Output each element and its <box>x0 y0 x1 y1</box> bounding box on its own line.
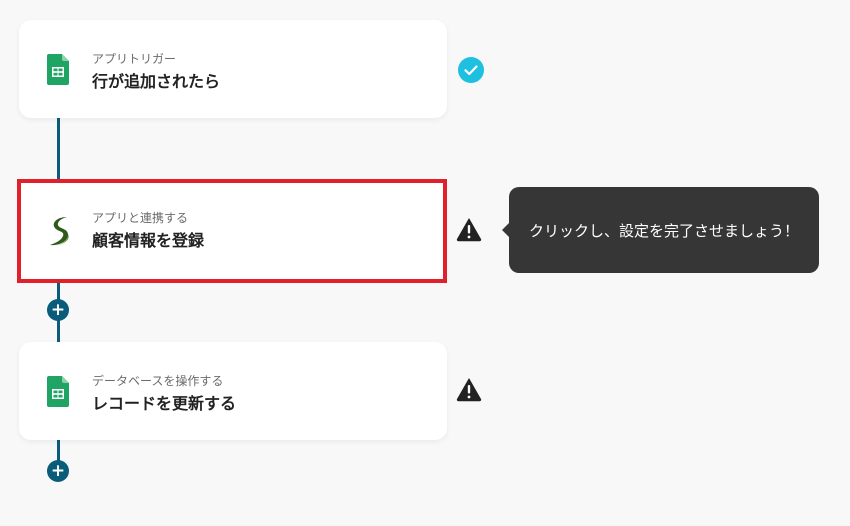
warning-icon <box>456 378 482 402</box>
setup-hint-tooltip: クリックし、設定を完了させましょう！ <box>502 187 819 273</box>
check-circle-icon <box>458 57 484 83</box>
google-sheets-icon <box>47 54 69 85</box>
flow-step-update-record[interactable]: データベースを操作する レコードを更新する <box>19 342 447 440</box>
add-step-button[interactable]: + <box>47 460 69 482</box>
step-subtitle: アプリトリガー <box>92 52 177 66</box>
step-title: 顧客情報を登録 <box>92 231 205 250</box>
add-step-button[interactable]: + <box>47 299 69 321</box>
step-title: 行が追加されたら <box>92 72 221 91</box>
google-sheets-icon <box>47 376 69 407</box>
flow-connector <box>57 118 60 180</box>
step-title: レコードを更新する <box>92 394 237 413</box>
sansan-icon <box>50 217 69 246</box>
warning-icon <box>456 218 482 242</box>
flow-connector <box>57 440 60 462</box>
step-subtitle: アプリと連携する <box>92 211 189 225</box>
flow-step-register-customer[interactable]: アプリと連携する 顧客情報を登録 <box>17 179 447 283</box>
tooltip-text: クリックし、設定を完了させましょう！ <box>528 221 799 240</box>
step-subtitle: データベースを操作する <box>92 374 224 388</box>
flow-canvas: アプリトリガー 行が追加されたら アプリと連携する 顧客情報を登録 クリックし、… <box>0 0 850 526</box>
flow-step-trigger[interactable]: アプリトリガー 行が追加されたら <box>19 20 447 118</box>
